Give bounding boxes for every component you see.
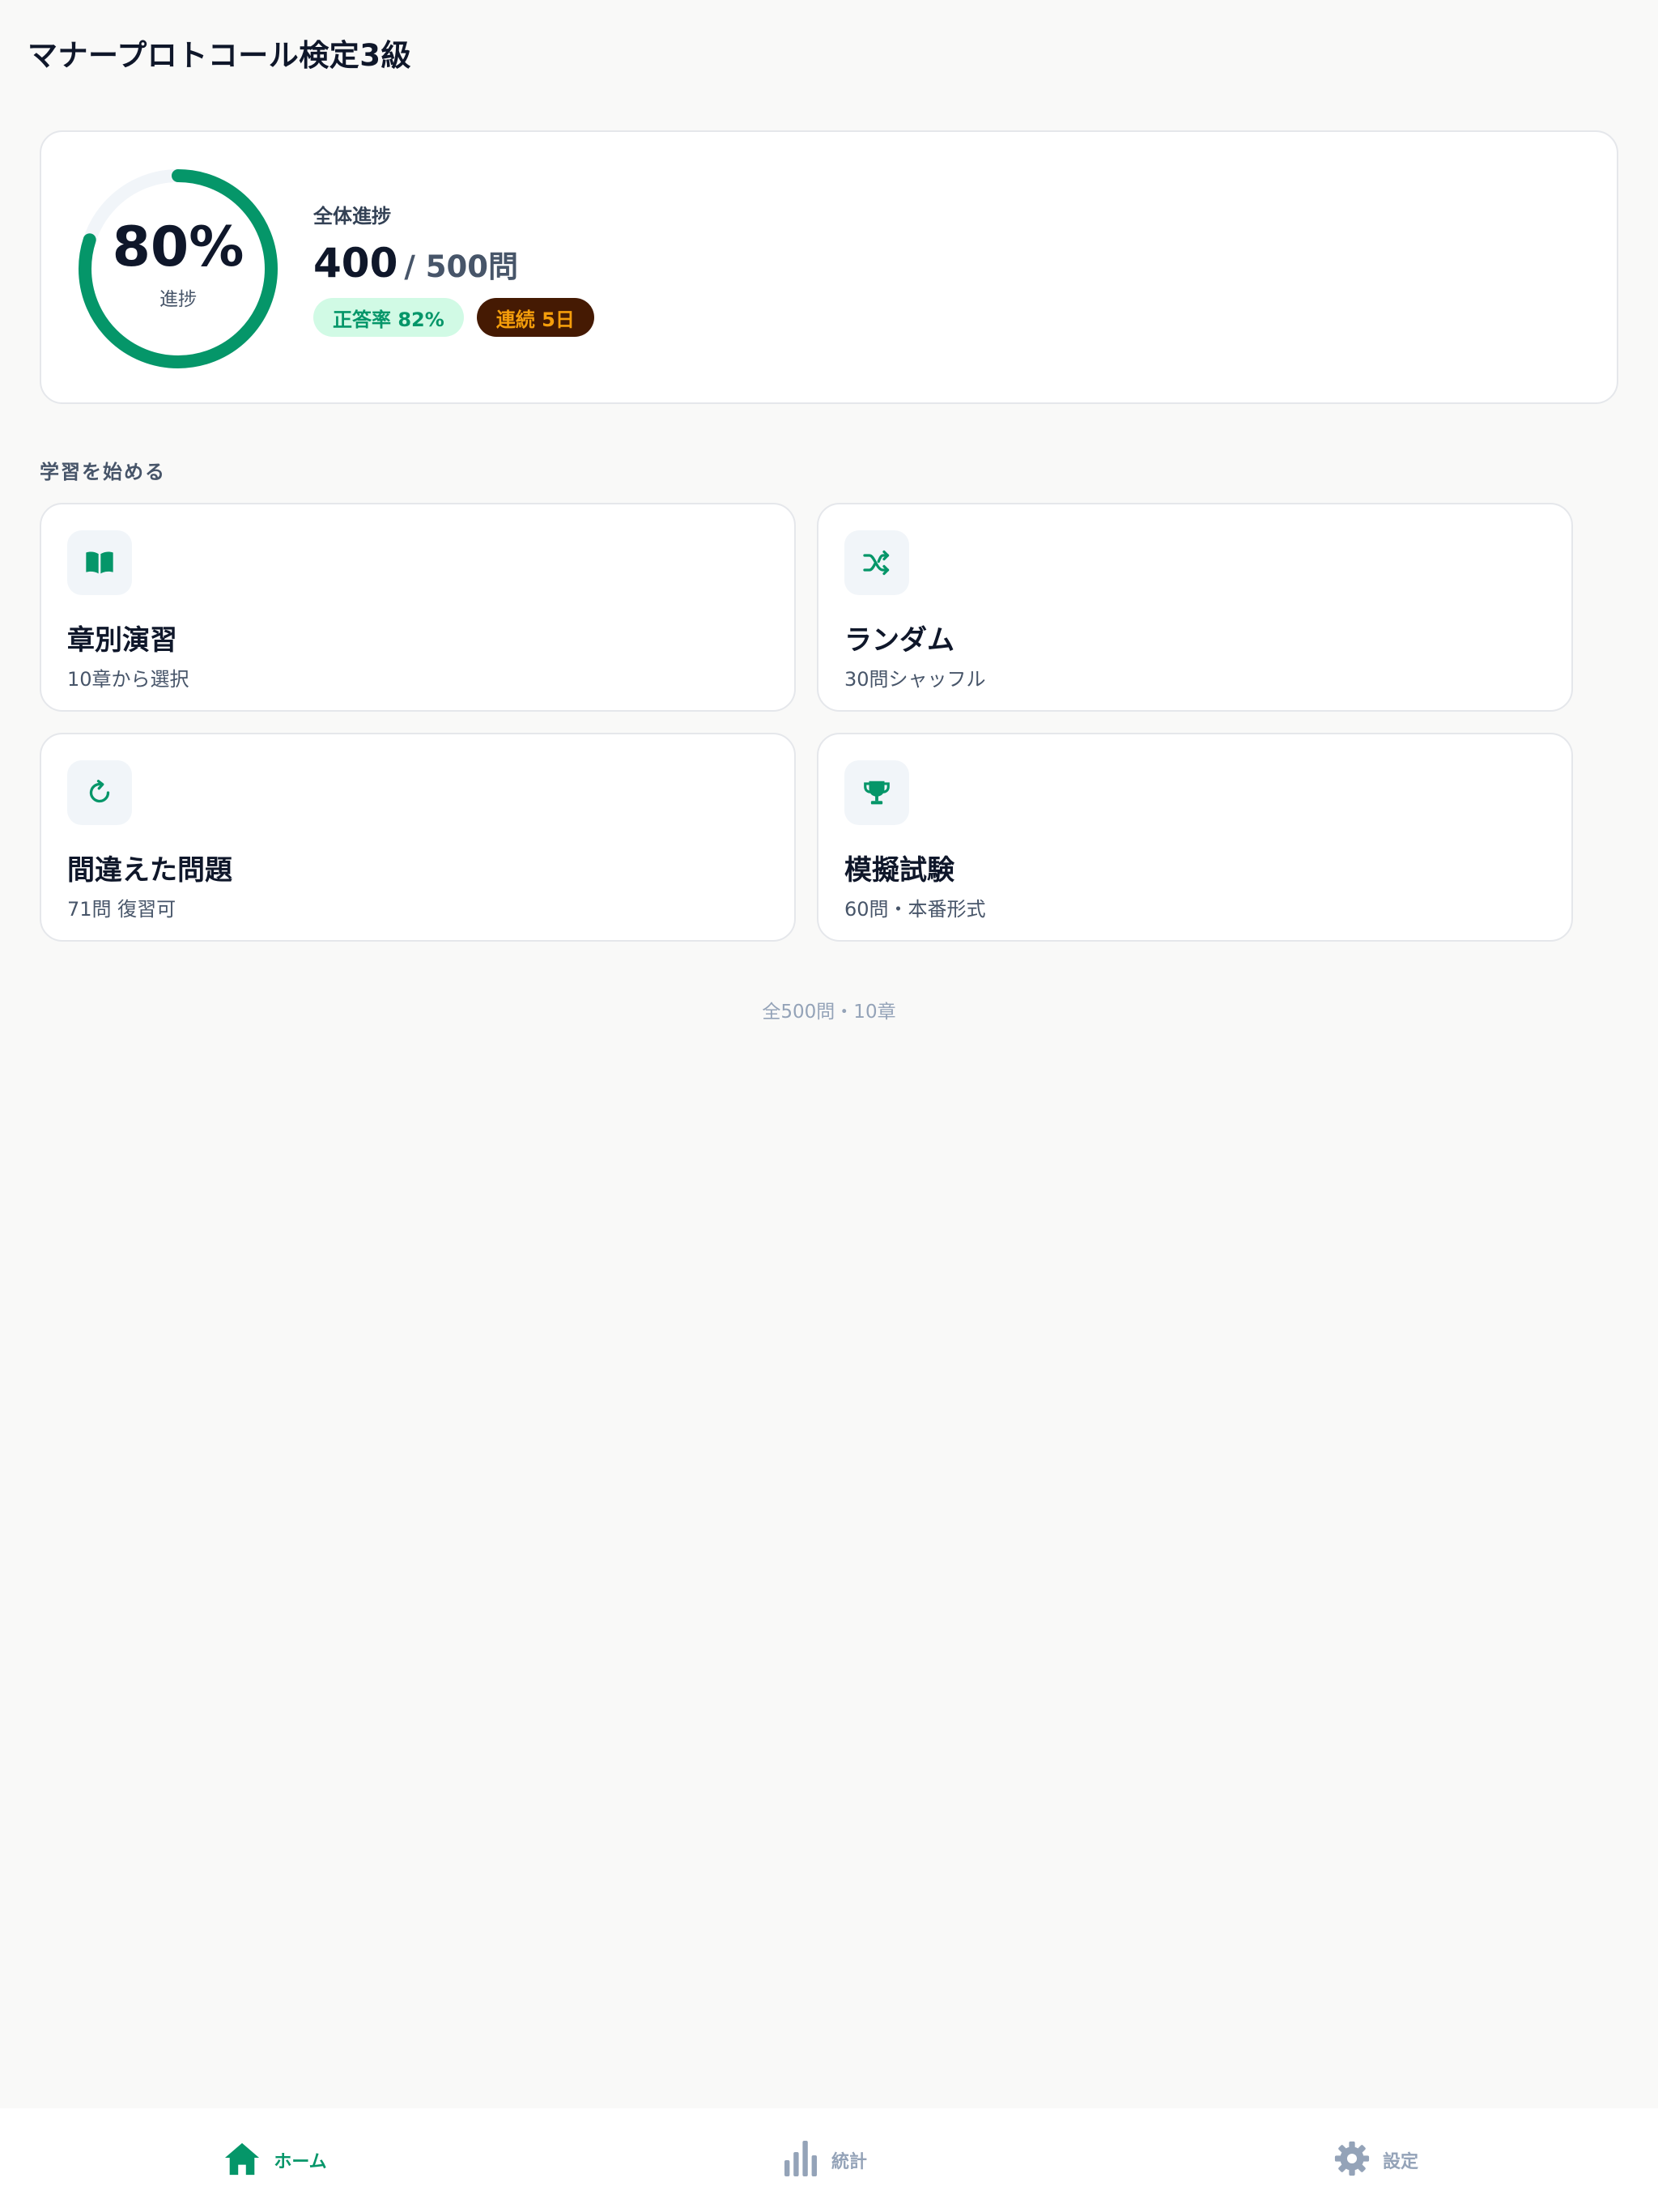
tab-stats[interactable]: 統計 (745, 2108, 907, 2212)
progress-info: 全体進捗 400 / 500問 正答率 82% 連続 5日 (313, 200, 594, 337)
mode-title: 間違えた問題 (67, 854, 232, 887)
mode-card-mistakes[interactable]: 間違えた問題 71問 復習可 (40, 733, 796, 942)
mode-title: 章別演習 (67, 624, 177, 657)
tab-label: 統計 (831, 2152, 867, 2172)
mode-card-chapter[interactable]: 章別演習 10章から選択 (40, 503, 796, 712)
bottom-tab-bar: ホーム 統計 設定 (0, 2108, 1658, 2212)
total-count: / 500問 (404, 249, 519, 284)
mode-subtitle: 71問 復習可 (67, 898, 176, 921)
progress-count: 400 / 500問 (313, 240, 594, 287)
section-heading: 学習を始める (40, 461, 166, 483)
progress-label: 全体進捗 (313, 205, 391, 228)
mode-subtitle: 10章から選択 (67, 668, 189, 691)
streak-badge: 連続 5日 (476, 298, 594, 337)
home-icon (223, 2141, 261, 2180)
tab-label: 設定 (1382, 2152, 1418, 2172)
overall-progress-card: 80% 進捗 全体進捗 400 / 500問 正答率 82% 連続 5日 (40, 130, 1618, 404)
mode-title: ランダム (844, 624, 954, 657)
mode-card-random[interactable]: ランダム 30問シャッフル (817, 503, 1573, 712)
gear-icon (1334, 2141, 1370, 2180)
app-title: マナープロトコール検定3級 (28, 38, 412, 73)
tab-home[interactable]: ホーム (194, 2108, 356, 2212)
refresh-icon (67, 760, 132, 825)
progress-ring-label: 進捗 (159, 289, 197, 310)
bar-chart-icon (784, 2141, 818, 2180)
footer-note: 全500問・10章 (762, 1002, 896, 1023)
mode-title: 模擬試験 (844, 854, 954, 887)
progress-ring: 80% 進捗 (79, 169, 278, 368)
accuracy-badge: 正答率 82% (313, 298, 464, 337)
mode-subtitle: 60問・本番形式 (844, 898, 986, 921)
mode-subtitle: 30問シャッフル (844, 668, 986, 691)
answered-count: 400 (313, 240, 398, 287)
app-root: マナープロトコール検定3級 80% 進捗 全体進捗 400 / 500問 正答率… (0, 0, 1658, 2212)
progress-percent: 80% (112, 215, 244, 279)
book-open-icon (67, 530, 132, 595)
mode-card-mock-exam[interactable]: 模擬試験 60問・本番形式 (817, 733, 1573, 942)
tab-label: ホーム (274, 2152, 327, 2172)
tab-settings[interactable]: 設定 (1295, 2108, 1457, 2212)
shuffle-icon (844, 530, 909, 595)
progress-badges: 正答率 82% 連続 5日 (313, 298, 594, 337)
trophy-icon (844, 760, 909, 825)
progress-ring-center: 80% 進捗 (79, 169, 278, 368)
